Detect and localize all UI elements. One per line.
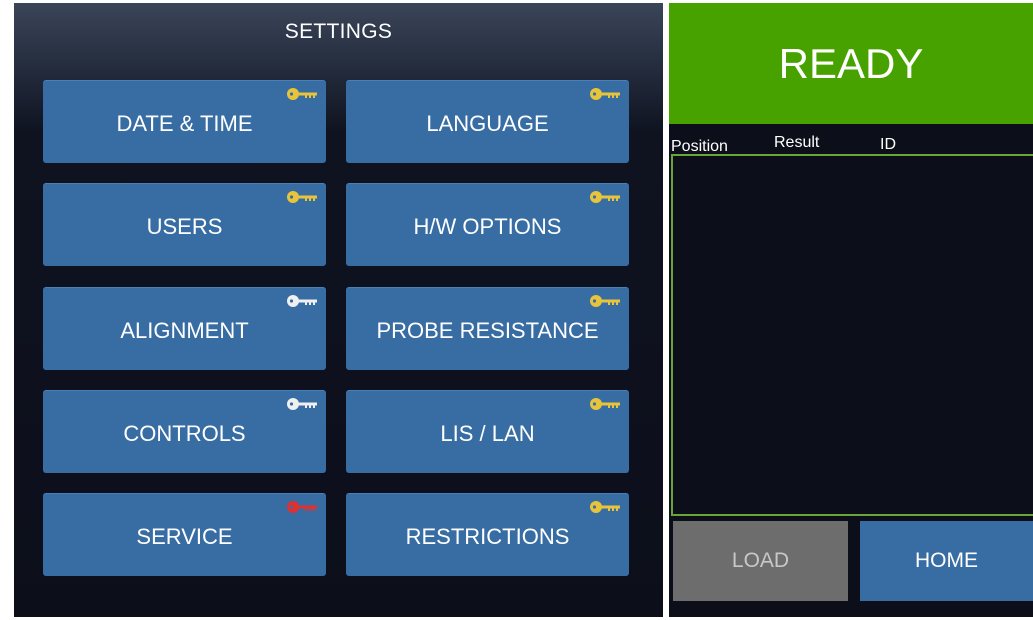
status-text: READY: [778, 39, 924, 87]
key-icon: [285, 85, 319, 103]
home-label: HOME: [915, 549, 978, 572]
column-header-id: ID: [880, 136, 896, 153]
status-panel: READY Position Result ID LOAD HOME: [669, 3, 1033, 617]
key-icon: [588, 292, 622, 310]
key-icon: [588, 395, 622, 413]
service-button[interactable]: SERVICE: [43, 493, 326, 576]
instrument-screen: SETTINGS DATE & TIME LANGUAGE USERS H/W …: [0, 0, 1033, 620]
settings-title: SETTINGS: [284, 20, 393, 43]
alignment-label: ALIGNMENT: [120, 318, 249, 343]
service-label: SERVICE: [136, 524, 233, 549]
restrictions-button[interactable]: RESTRICTIONS: [346, 493, 629, 576]
column-header-result: Result: [774, 134, 820, 151]
status-banner: READY: [669, 3, 1033, 124]
lis-lan-label: LIS / LAN: [440, 421, 535, 446]
date-time-button[interactable]: DATE & TIME: [43, 80, 326, 163]
hw-options-button[interactable]: H/W OPTIONS: [346, 183, 629, 266]
settings-panel: SETTINGS DATE & TIME LANGUAGE USERS H/W …: [14, 3, 663, 617]
controls-label: CONTROLS: [123, 421, 246, 446]
key-icon: [588, 498, 622, 516]
language-button[interactable]: LANGUAGE: [346, 80, 629, 163]
results-list[interactable]: [671, 154, 1033, 516]
key-icon: [285, 188, 319, 206]
home-button[interactable]: HOME: [860, 521, 1033, 601]
probe-resistance-button[interactable]: PROBE RESISTANCE: [346, 287, 629, 370]
key-icon: [285, 395, 319, 413]
probe-resistance-label: PROBE RESISTANCE: [376, 318, 599, 343]
users-label: USERS: [146, 214, 223, 239]
key-icon: [285, 498, 319, 516]
restrictions-label: RESTRICTIONS: [405, 524, 570, 549]
controls-button[interactable]: CONTROLS: [43, 390, 326, 473]
lis-lan-button[interactable]: LIS / LAN: [346, 390, 629, 473]
users-button[interactable]: USERS: [43, 183, 326, 266]
hw-options-label: H/W OPTIONS: [413, 214, 562, 239]
key-icon: [285, 292, 319, 310]
key-icon: [588, 85, 622, 103]
alignment-button[interactable]: ALIGNMENT: [43, 287, 326, 370]
language-label: LANGUAGE: [426, 111, 549, 136]
date-time-label: DATE & TIME: [116, 111, 253, 136]
load-button[interactable]: LOAD: [673, 521, 848, 601]
load-label: LOAD: [731, 549, 790, 572]
key-icon: [588, 188, 622, 206]
